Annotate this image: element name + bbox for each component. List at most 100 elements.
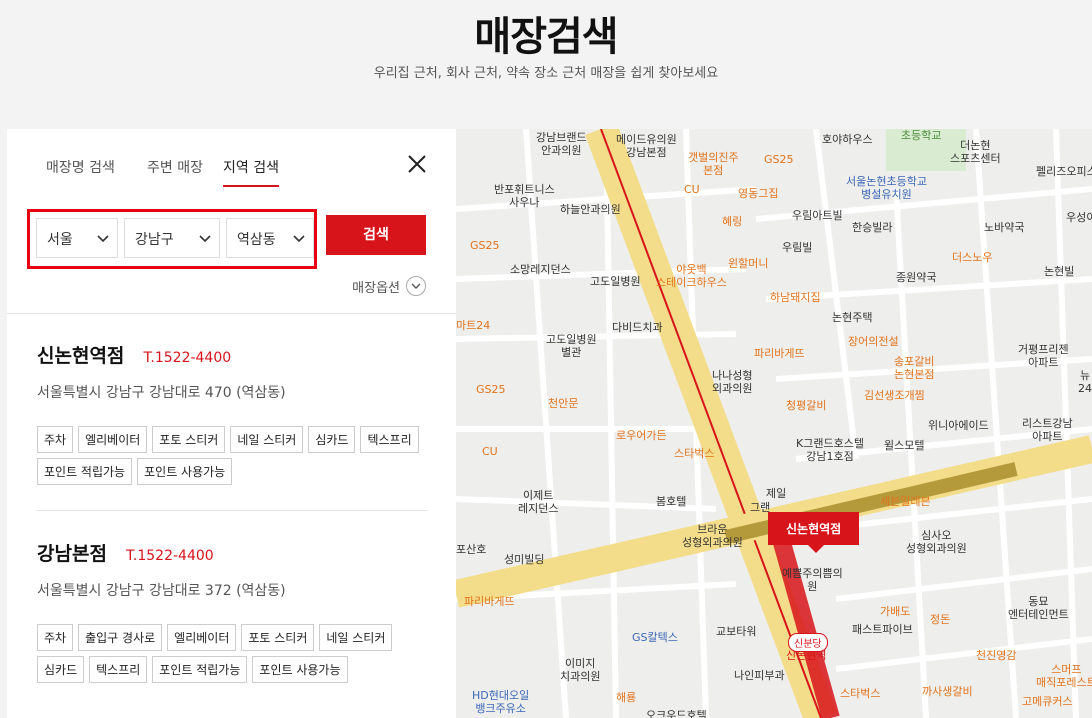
store-tag: 포인트 적립가능: [152, 656, 248, 683]
city-select[interactable]: 서울: [36, 218, 118, 258]
map-label: 한승빌라: [852, 221, 893, 234]
store-map-marker[interactable]: 신논현역점: [768, 512, 860, 553]
store-options-toggle[interactable]: 매장옵션: [352, 276, 426, 296]
store-tags: 주차 엘리베이터 포토 스티커 네일 스티커 심카드 텍스프리 포인트 적립가능…: [37, 426, 427, 485]
close-icon: [408, 155, 426, 173]
store-tag: 주차: [37, 624, 74, 651]
map-label: 호야하우스: [822, 133, 873, 146]
page-title: 매장검색: [474, 14, 618, 60]
map-label: 파리바게뜨: [464, 595, 515, 608]
map-label: 이제트 레지던스: [518, 489, 559, 515]
store-name: 강남본점: [37, 543, 107, 565]
district-select[interactable]: 강남구: [124, 218, 220, 258]
chevron-down-icon: [406, 276, 426, 296]
store-tag: 심카드: [308, 426, 356, 453]
map-label: 천안문: [548, 397, 579, 410]
store-tags: 주차 출입구 경사로 엘리베이터 포토 스티커 네일 스티커 심카드 텍스프리 …: [37, 624, 427, 683]
search-panel: 매장명 검색 주변 매장 지역 검색 서울 강남구 역삼동 검색 매장옵션 신논…: [7, 129, 456, 718]
map-label: GS25: [764, 153, 794, 166]
map-label: 우림아트빌: [792, 209, 843, 222]
map-label: 패스트파이브: [852, 623, 913, 636]
map-label: 김선생조개찜: [864, 389, 925, 402]
map-label: 나인피부과: [734, 669, 785, 682]
map-label: 영동그집: [738, 187, 779, 200]
map-label: 더논현 스포츠센터: [950, 139, 1001, 165]
map-label: 로우어가든: [616, 429, 667, 442]
map-label: 교보타워: [716, 625, 757, 638]
map-label: 논현주택: [832, 311, 873, 324]
map-label: 야옷백 스테이크하우스: [656, 263, 727, 289]
divider: [37, 510, 427, 511]
map-label: 초등학교: [901, 129, 942, 142]
store-tag: 포인트 적립가능: [37, 458, 133, 485]
map-label: 성미빌딩: [504, 553, 545, 566]
map-label: 다비드치과: [612, 321, 663, 334]
map-label: 파리바게뜨: [754, 347, 805, 360]
map-label: 스타벅스: [674, 447, 715, 460]
store-phone: T.1522-4400: [126, 548, 214, 564]
map-label: 뉴 24: [1078, 369, 1092, 395]
map-label: 우성이: [1066, 211, 1092, 224]
map-label: 포산호: [456, 543, 487, 556]
map-label: 거평프리젠 아파트: [1018, 343, 1069, 369]
map-label: 스타벅스: [840, 687, 881, 700]
map-label: 이미지 치과의원: [560, 657, 601, 683]
city-value: 서울: [47, 232, 73, 248]
dong-value: 역삼동: [237, 232, 276, 248]
map-label: 반포휘트니스 사우나: [494, 183, 555, 209]
store-item[interactable]: 강남본점 T.1522-4400 서울특별시 강남구 강남대로 372 (역삼동…: [37, 539, 427, 683]
store-tag: 포인트 사용가능: [252, 656, 348, 683]
tab-nearby[interactable]: 주변 매장: [147, 157, 203, 185]
map-label: 세븐일레븐: [880, 495, 931, 508]
map-label: 윈할머니: [728, 257, 769, 270]
store-tag: 텍스프리: [360, 426, 419, 453]
map-label: 스머프 매직포레스트: [1036, 663, 1092, 689]
map-label: 종원약국: [896, 271, 937, 284]
map-label: 윌스모텔: [884, 439, 925, 452]
dong-select[interactable]: 역삼동: [226, 218, 314, 258]
map-label: 동묘 엔터테인먼트: [1008, 595, 1069, 621]
map-label: 더스노우: [952, 251, 993, 264]
search-button[interactable]: 검색: [326, 215, 426, 255]
store-tag: 포토 스티커: [152, 426, 226, 453]
tab-store-name[interactable]: 매장명 검색: [46, 157, 115, 185]
region-selectors: 서울 강남구 역삼동: [27, 209, 317, 269]
map-label: GS25: [476, 383, 506, 396]
map-roads: [456, 129, 1092, 718]
map-label: 서울논현초등학교 병설유치원: [846, 175, 927, 201]
map-label: 하늘안과의원: [560, 203, 621, 216]
chevron-down-icon: [97, 235, 109, 243]
close-button[interactable]: [406, 153, 428, 175]
map-label: 예쁨주의쁨의 원: [782, 567, 843, 593]
store-tag: 엘리베이터: [167, 624, 237, 651]
chevron-down-icon: [293, 235, 305, 243]
store-tag: 네일 스티커: [230, 426, 304, 453]
store-name: 신논현역점: [37, 345, 125, 367]
map-label: 장어의전설: [848, 335, 899, 348]
map-label: 펠리즈오피스: [1036, 165, 1092, 178]
map-label: 까사생갈비: [922, 685, 973, 698]
store-map[interactable]: 강남브랜드 안과의원 메이드유의원 강남본점 갯벌의진주 본점 GS25 호야하우스 …: [456, 129, 1092, 718]
map-label: 정돈: [930, 613, 951, 626]
map-label: K그랜드호스텔 강남1호점: [796, 437, 864, 463]
map-label: 심사오 성형외과의원: [906, 529, 967, 555]
map-label: 메이드유의원 강남본점: [616, 133, 677, 159]
map-label: 리스트강남 아파트: [1022, 417, 1073, 443]
tab-region[interactable]: 지역 검색: [223, 157, 279, 187]
map-label: 강남브랜드 안과의원: [536, 131, 587, 157]
store-tag: 포토 스티커: [241, 624, 315, 651]
map-label: 청평갈비: [786, 399, 827, 412]
store-tag: 네일 스티커: [319, 624, 393, 651]
store-options-label: 매장옵션: [352, 280, 400, 296]
store-item[interactable]: 신논현역점 T.1522-4400 서울특별시 강남구 강남대로 470 (역삼…: [37, 341, 427, 485]
map-label: 고도일병원 별관: [546, 333, 597, 359]
search-tabs: 매장명 검색 주변 매장 지역 검색: [7, 129, 456, 187]
store-tag: 주차: [37, 426, 74, 453]
map-label: 갯벌의진주 본점: [688, 151, 739, 177]
map-label: 소망레지던스: [510, 263, 571, 276]
map-label: 고메큐커스: [1022, 695, 1073, 708]
map-label: 고도일병원: [590, 275, 641, 288]
page-subtitle: 우리집 근처, 회사 근처, 약속 장소 근처 매장을 쉽게 찾아보세요: [373, 66, 719, 81]
map-label: 송포갈비 논현본점: [894, 355, 935, 381]
store-tag: 출입구 경사로: [78, 624, 163, 651]
